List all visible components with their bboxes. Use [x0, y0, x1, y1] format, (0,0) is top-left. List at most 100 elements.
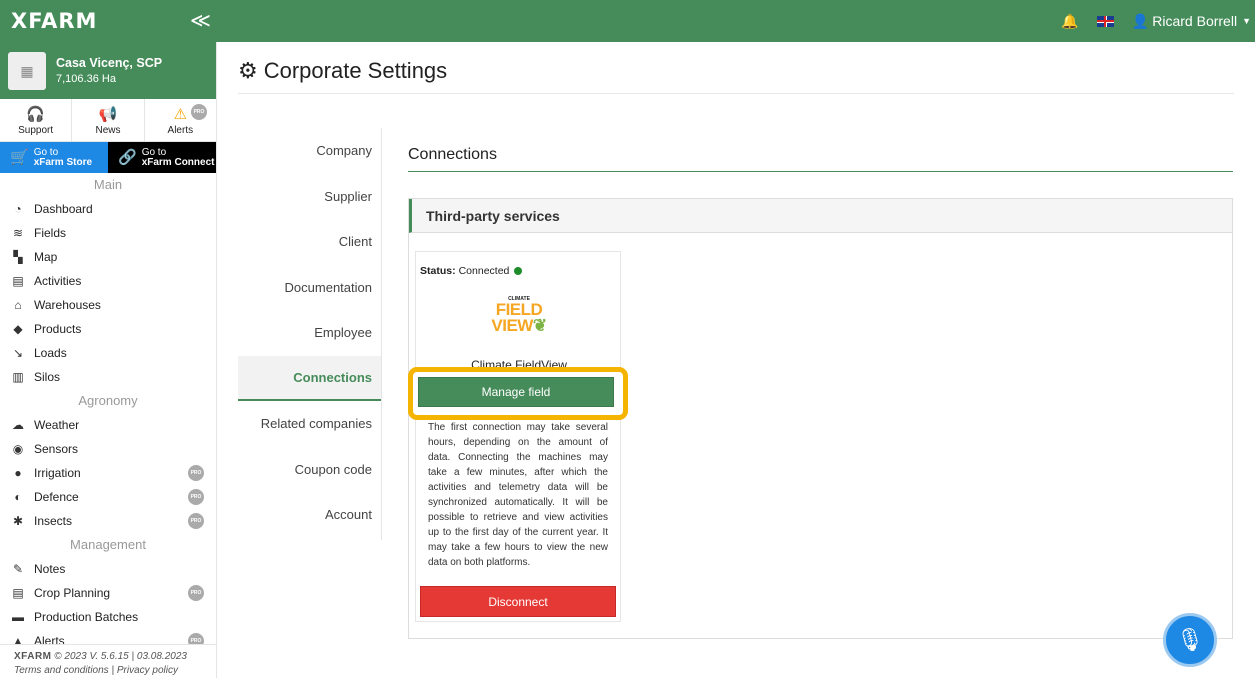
farm-name: Casa Vicenç, SCP — [56, 56, 163, 70]
menu-coupon-code[interactable]: Coupon code — [238, 447, 381, 493]
pro-badge: PRO — [188, 489, 204, 505]
dolly-icon: ↘ — [12, 346, 24, 360]
dashboard-icon: ◔ — [14, 202, 22, 216]
chevron-down-icon: ▼ — [1242, 16, 1251, 26]
sidebar-footer: XFARM © 2023 V. 5.6.15 | 03.08.2023 Term… — [0, 644, 216, 678]
store-line2: xFarm Store — [33, 156, 93, 168]
nav-crop-planning[interactable]: ▤ Crop Planning PRO — [0, 581, 216, 605]
water-drop-icon: ● — [14, 466, 22, 480]
sidebar: ▦ Casa Vicenç, SCP 7,106.36 Ha 🎧 Support… — [0, 42, 217, 678]
farm-selector[interactable]: ▦ Casa Vicenç, SCP 7,106.36 Ha — [0, 42, 216, 99]
nav-label: Loads — [34, 346, 67, 360]
section-main: Main — [93, 177, 123, 192]
nav-weather[interactable]: ☁ Weather — [0, 413, 216, 437]
nav-label: Crop Planning — [34, 586, 111, 600]
connection-status: Status: Connected — [420, 265, 523, 277]
menu-company[interactable]: Company — [238, 128, 381, 174]
nav-silos[interactable]: ▥ Silos — [0, 365, 216, 389]
xfarm-store-button[interactable]: 🛒 Go to xFarm Store — [0, 142, 108, 173]
footer-logo: XFARM — [14, 651, 52, 662]
alerts-button[interactable]: ⚠ Alerts PRO — [145, 99, 216, 141]
sensor-icon: ◉ — [12, 442, 24, 456]
page-title: ⚙ Corporate Settings — [238, 58, 447, 84]
nav-label: Weather — [34, 418, 80, 432]
activities-icon: ▤ — [12, 274, 24, 288]
settings-menu: Company Supplier Client Documentation Em… — [238, 128, 382, 540]
note-edit-icon: ✎ — [12, 562, 24, 576]
status-value: Connected — [458, 265, 510, 277]
microphone-icon[interactable]: 🎙 — [1163, 613, 1217, 667]
tools-icon: ⚙ — [238, 58, 258, 83]
nav-irrigation[interactable]: ● Irrigation PRO — [0, 461, 216, 485]
footer-version: © 2023 V. 5.6.15 | 03.08.2023 — [54, 651, 187, 662]
nav-notes[interactable]: ✎ Notes — [0, 557, 216, 581]
nav-label: Warehouses — [34, 298, 101, 312]
uk-flag-icon[interactable] — [1096, 15, 1114, 27]
nav-label: Products — [34, 322, 82, 336]
nav-label: Defence — [34, 490, 79, 504]
section-agronomy: Agronomy — [78, 393, 138, 408]
menu-connections[interactable]: Connections — [238, 355, 381, 401]
panel-title: Third-party services — [409, 199, 1232, 233]
nav-dashboard[interactable]: ◔ Dashboard — [0, 197, 216, 221]
shield-icon: ◐ — [14, 490, 22, 504]
terms-link[interactable]: Terms and conditions — [14, 665, 109, 676]
manage-field-button[interactable]: Manage field — [418, 377, 614, 407]
collapse-sidebar-icon[interactable]: ≪ — [190, 8, 211, 33]
menu-related-companies[interactable]: Related companies — [238, 401, 381, 447]
quick-actions: 🎧 Support 📢 News ⚠ Alerts PRO — [0, 99, 216, 142]
bell-icon[interactable]: 🔔 — [1061, 13, 1078, 30]
xfarm-logo[interactable]: XFARM — [11, 9, 97, 33]
menu-employee[interactable]: Employee — [238, 310, 381, 356]
climate-fieldview-logo: CLIMATE FIELD VIEW❦ — [489, 296, 549, 340]
content-divider — [408, 171, 1233, 172]
nav-products[interactable]: ◆ Products — [0, 317, 216, 341]
nav-warehouses[interactable]: ⌂ Warehouses — [0, 293, 216, 317]
planning-icon: ▤ — [12, 586, 24, 600]
map-icon: ▚ — [13, 250, 23, 264]
alerts-label: Alerts — [167, 125, 194, 136]
nav-production-batches[interactable]: ▬ Production Batches — [0, 605, 216, 629]
menu-client[interactable]: Client — [238, 219, 381, 265]
nav-label: Dashboard — [34, 202, 93, 216]
top-bar: XFARM ≪ 🔔 👤 Ricard Borrell ▼ — [0, 0, 1255, 42]
archive-icon: ▬ — [12, 610, 24, 624]
nav-label: Fields — [34, 226, 67, 240]
warning-icon: ⚠ — [173, 106, 188, 123]
disconnect-button[interactable]: Disconnect — [420, 586, 616, 617]
connect-line2: xFarm Connect — [141, 156, 215, 168]
pro-badge: PRO — [188, 585, 204, 601]
xfarm-connect-button[interactable]: 🔗 Go to xFarm Connect — [108, 142, 216, 173]
nav-sensors[interactable]: ◉ Sensors — [0, 437, 216, 461]
farm-area: 7,106.36 Ha — [56, 73, 116, 85]
content-title: Connections — [408, 146, 497, 163]
menu-supplier[interactable]: Supplier — [238, 174, 381, 220]
support-button[interactable]: 🎧 Support — [0, 99, 73, 141]
privacy-link[interactable]: Privacy policy — [117, 665, 178, 676]
leaf-icon: ❦ — [532, 316, 547, 335]
nav-label: Map — [34, 250, 58, 264]
user-icon: 👤 — [1131, 12, 1150, 29]
status-dot-icon — [514, 267, 523, 275]
nav-loads[interactable]: ↘ Loads — [0, 341, 216, 365]
nav-label: Activities — [34, 274, 82, 288]
link-icon: 🔗 — [118, 148, 137, 166]
user-menu[interactable]: 👤 Ricard Borrell ▼ — [1132, 13, 1251, 30]
nav-defence[interactable]: ◐ Defence PRO — [0, 485, 216, 509]
service-card: Status: Connected CLIMATE FIELD VIEW❦ Cl… — [408, 251, 628, 622]
third-party-panel: Third-party services Status: Connected C… — [408, 198, 1233, 639]
news-label: News — [95, 125, 121, 136]
nav-label: Production Batches — [34, 610, 139, 624]
section-management: Management — [70, 537, 146, 552]
nav-map[interactable]: ▚ Map — [0, 245, 216, 269]
fields-icon: ≋ — [12, 226, 24, 240]
nav-activities[interactable]: ▤ Activities — [0, 269, 216, 293]
news-button[interactable]: 📢 News — [72, 99, 145, 141]
nav-fields[interactable]: ≋ Fields — [0, 221, 216, 245]
menu-account[interactable]: Account — [238, 492, 381, 538]
nav-label: Silos — [34, 370, 61, 384]
title-divider — [238, 93, 1234, 94]
store-links: 🛒 Go to xFarm Store 🔗 Go to xFarm Connect — [0, 142, 216, 173]
nav-insects[interactable]: ✱ Insects PRO — [0, 509, 216, 533]
menu-documentation[interactable]: Documentation — [238, 265, 381, 311]
